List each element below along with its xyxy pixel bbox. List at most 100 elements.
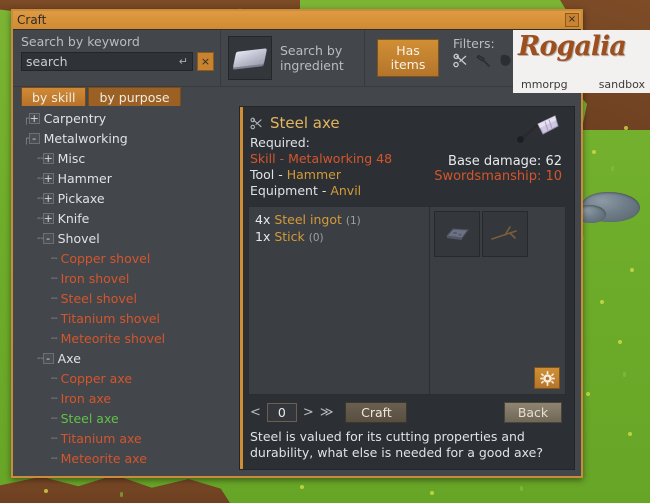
item-description: Steel is valued for its cutting properti… (250, 429, 543, 460)
tree-item-label: Copper shovel (60, 250, 151, 266)
tree-item-copper-axe[interactable]: ╌ Copper axe (19, 368, 233, 388)
stat-line: Swordsmanship: 10 (434, 169, 562, 184)
ingredient-row[interactable]: 1x Stick (0) (255, 229, 423, 244)
tree-item-steel-shovel[interactable]: ╌ Steel shovel (19, 288, 233, 308)
tree-item-label: Meteorite shovel (60, 330, 166, 346)
ingredient-slots-area (430, 206, 566, 395)
tree-item-titanium-axe[interactable]: ╌ Titanium axe (19, 428, 233, 448)
logo-wordmark: Rogalia (518, 31, 627, 62)
tree-item-misc[interactable]: ╌ + Misc (19, 148, 233, 168)
quantity-max-button[interactable]: ≫ (320, 405, 334, 420)
clear-search-button[interactable]: × (197, 52, 214, 71)
tree-item-label: Steel axe (60, 410, 119, 426)
expand-icon[interactable]: + (28, 112, 40, 124)
expand-icon[interactable]: + (42, 172, 54, 184)
tree-guide: ╌ (51, 411, 58, 425)
tab-by-purpose[interactable]: by purpose (88, 87, 181, 106)
tree-item-label: Copper axe (60, 370, 133, 386)
collapse-icon[interactable]: - (42, 352, 54, 364)
tree-item-label: Hammer (57, 170, 112, 186)
tree-guide: ╌ (51, 271, 58, 285)
recipe-tree[interactable]: ┌ + Carpentry ┌ - Metalworking ╌ + Misc ╌ + Hammer ╌… (19, 106, 233, 470)
tree-item-copper-shovel[interactable]: ╌ Copper shovel (19, 248, 233, 268)
requirement-key: Skill (250, 151, 276, 166)
ingredient-quantity: 1x (255, 229, 271, 244)
tree-item-label: Knife (57, 210, 90, 226)
tree-guide: ╌ (51, 311, 58, 325)
tree-item-iron-axe[interactable]: ╌ Iron axe (19, 388, 233, 408)
gear-glyph (539, 370, 555, 386)
tree-item-metalworking[interactable]: ┌ - Metalworking (19, 128, 233, 148)
ingredient-slot[interactable] (482, 211, 528, 257)
requirement-separator: - (317, 183, 331, 198)
ingredient-quantity: 4x (255, 212, 271, 227)
ingredients-list: 4x Steel ingot (1) 1x Stick (0) (248, 206, 430, 395)
quantity-increase-button[interactable]: > (303, 405, 314, 420)
tree-item-pickaxe[interactable]: ╌ + Pickaxe (19, 188, 233, 208)
category-tabs: by skill by purpose (13, 87, 581, 106)
tree-item-titanium-shovel[interactable]: ╌ Titanium shovel (19, 308, 233, 328)
back-button[interactable]: Back (504, 402, 562, 423)
quantity-decrease-button[interactable]: < (250, 405, 261, 420)
window-body: Search by keyword search ↵ × Search by i… (13, 30, 650, 476)
steel-axe-icon (517, 115, 559, 143)
quantity-input[interactable]: 0 (266, 403, 297, 422)
tree-item-hammer[interactable]: ╌ + Hammer (19, 168, 233, 188)
craft-controls: < 0 > ≫ Craft Back (240, 395, 574, 423)
tree-item-meteorite-shovel[interactable]: ╌ Meteorite shovel (19, 328, 233, 348)
expand-icon[interactable]: + (42, 212, 54, 224)
collapse-icon[interactable]: - (28, 132, 40, 144)
filters-label: Filters: (453, 36, 495, 51)
tree-item-axe[interactable]: ╌ - Axe (19, 348, 233, 368)
tab-by-skill[interactable]: by skill (21, 87, 87, 106)
recipe-detail-panel: Steel axe Required: Skill - Metalworking… (239, 106, 575, 470)
expand-icon[interactable]: + (42, 192, 54, 204)
scissors-icon[interactable] (453, 53, 469, 68)
window-titlebar[interactable]: Craft × (13, 11, 581, 30)
search-toolbar: Search by keyword search ↵ × Search by i… (13, 30, 650, 93)
search-input[interactable]: search ↵ (21, 52, 193, 71)
ingredient-search-block: Search by ingredient (221, 30, 365, 86)
collapse-icon[interactable]: - (42, 232, 54, 244)
window-title: Craft (17, 13, 47, 27)
tree-item-meteorite-axe[interactable]: ╌ Meteorite axe (19, 448, 233, 468)
expand-icon[interactable]: + (42, 152, 54, 164)
keyword-search-block: Search by keyword search ↵ × (13, 30, 221, 86)
steel-ingot-icon (232, 48, 268, 68)
requirement-value: Metalworking 48 (288, 151, 393, 166)
window-content: ┌ + Carpentry ┌ - Metalworking ╌ + Misc ╌ + Hammer ╌… (13, 106, 581, 476)
hammer-icon[interactable] (476, 53, 492, 68)
tree-item-carpentry[interactable]: ┌ + Carpentry (19, 108, 233, 128)
tree-item-steel-axe[interactable]: ╌ Steel axe (19, 408, 233, 428)
ingredient-search-slot[interactable] (228, 36, 272, 80)
tree-item-label: Metalworking (43, 130, 128, 146)
leather-icon[interactable] (499, 53, 513, 68)
tree-guide: ╌ (51, 391, 58, 405)
stick-icon (491, 226, 517, 240)
keyword-search-label: Search by keyword (21, 34, 140, 49)
ingredients-and-slots: 4x Steel ingot (1) 1x Stick (0) (248, 206, 566, 395)
detail-header: Steel axe Required: Skill - Metalworking… (240, 107, 574, 202)
tree-item-iron-shovel[interactable]: ╌ Iron shovel (19, 268, 233, 288)
ingredient-name: Steel ingot (274, 212, 342, 227)
tree-item-label: Meteorite axe (60, 450, 147, 466)
ingredient-row[interactable]: 4x Steel ingot (1) (255, 212, 423, 227)
logo-tag-mmorpg: mmorpg (521, 78, 568, 91)
tree-item-label: Pickaxe (57, 190, 105, 206)
tree-item-label: Shovel (57, 230, 100, 246)
ingredient-slots (434, 211, 561, 257)
has-items-button[interactable]: Has items (377, 39, 439, 77)
ingredient-slot[interactable] (434, 211, 480, 257)
tree-item-knife[interactable]: ╌ + Knife (19, 208, 233, 228)
tree-guide: ╌ (51, 331, 58, 345)
tree-item-saw[interactable]: ╌-Saw (19, 468, 233, 470)
close-icon[interactable]: × (565, 13, 579, 27)
craft-button[interactable]: Craft (345, 402, 408, 423)
gear-icon[interactable] (534, 367, 560, 389)
tree-item-label: Titanium shovel (60, 310, 161, 326)
ingredient-search-label: Search by ingredient (280, 43, 344, 73)
tree-item-shovel[interactable]: ╌ - Shovel (19, 228, 233, 248)
game-logo: Rogalia mmorpg sandbox (513, 30, 650, 93)
filters-block: Filters: (453, 30, 513, 68)
item-stats: Base damage: 62 Swordsmanship: 10 (434, 154, 562, 184)
